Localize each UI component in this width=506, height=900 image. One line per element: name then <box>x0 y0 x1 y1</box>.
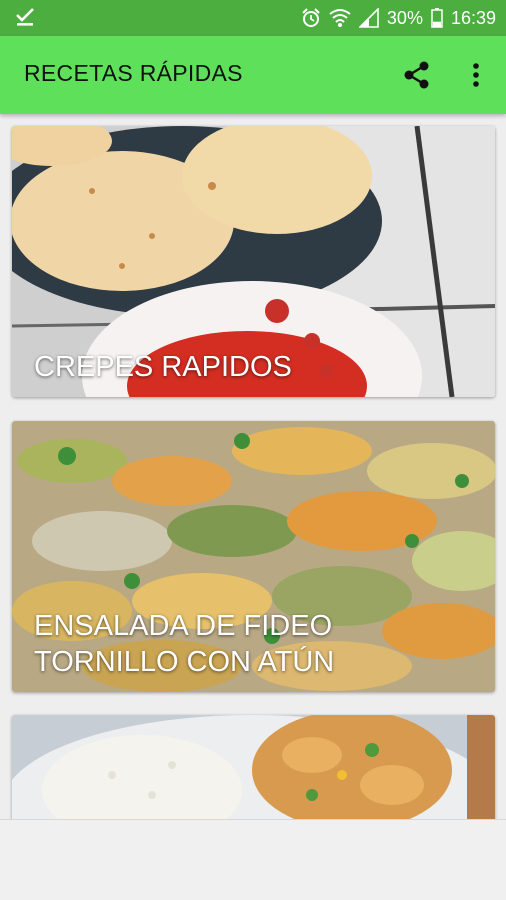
app-title: RECETAS RÁPIDAS <box>24 60 243 86</box>
wifi-icon <box>329 9 351 27</box>
recipe-photo <box>12 715 495 819</box>
recipe-card[interactable] <box>12 715 495 819</box>
app-bar: RECETAS RÁPIDAS <box>0 36 506 114</box>
recipe-card[interactable]: CREPES RAPIDOS <box>12 126 495 397</box>
alarm-icon <box>302 8 320 27</box>
recipe-card[interactable]: ENSALADA DE FIDEO TORNILLO CON ATÚN <box>12 421 495 692</box>
signal-icon <box>358 8 379 28</box>
recipe-list[interactable]: CREPES RAPIDOS ENSALADA DE FIDEO TORNILL… <box>0 114 506 819</box>
recipe-title: CREPES RAPIDOS <box>34 351 292 383</box>
status-bar: 30% 16:39 <box>0 0 506 36</box>
more-vert-icon[interactable] <box>462 58 490 92</box>
battery-percent: 30% <box>386 7 423 28</box>
recipe-title: ENSALADA DE FIDEO TORNILLO CON ATÚN <box>34 610 335 678</box>
bottom-area <box>0 819 506 900</box>
battery-icon <box>431 8 443 28</box>
share-icon[interactable] <box>400 58 434 92</box>
download-done-icon <box>16 8 34 26</box>
clock: 16:39 <box>450 7 496 28</box>
